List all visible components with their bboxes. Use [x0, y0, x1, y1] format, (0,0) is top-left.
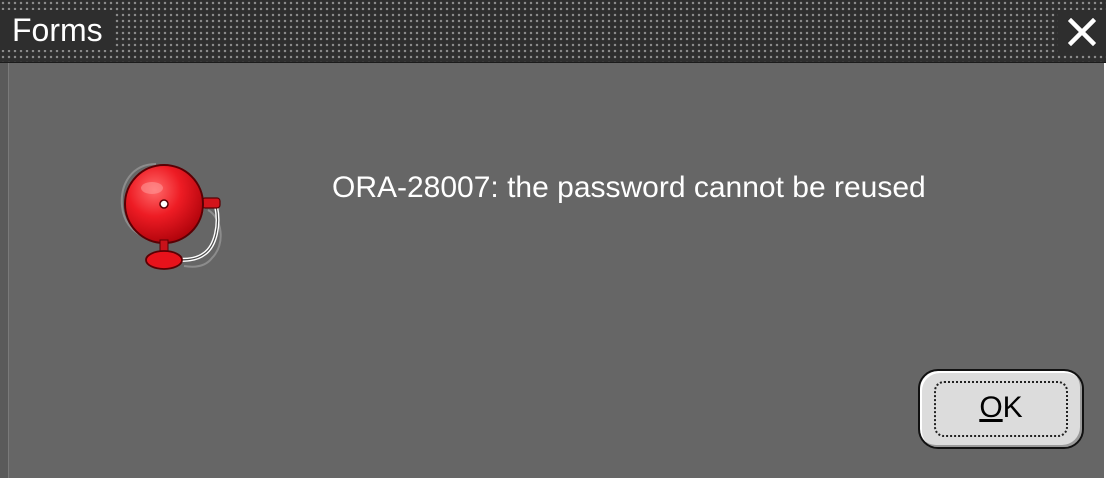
close-icon	[1068, 18, 1096, 46]
ok-label-rest: K	[1002, 391, 1023, 424]
alert-dialog: Forms ORA-28007: the password cannot be …	[0, 0, 1106, 478]
title-bar[interactable]: Forms	[0, 0, 1106, 63]
error-message: ORA-28007: the password cannot be reused	[332, 171, 926, 204]
ok-button[interactable]: OK	[918, 369, 1084, 449]
alarm-bell-icon	[120, 163, 222, 270]
close-button[interactable]	[1058, 10, 1106, 54]
ok-mnemonic-letter: O	[979, 391, 1003, 424]
window-title: Forms	[0, 10, 115, 50]
ok-button-label: OK	[920, 391, 1082, 425]
window-left-border	[0, 63, 9, 478]
